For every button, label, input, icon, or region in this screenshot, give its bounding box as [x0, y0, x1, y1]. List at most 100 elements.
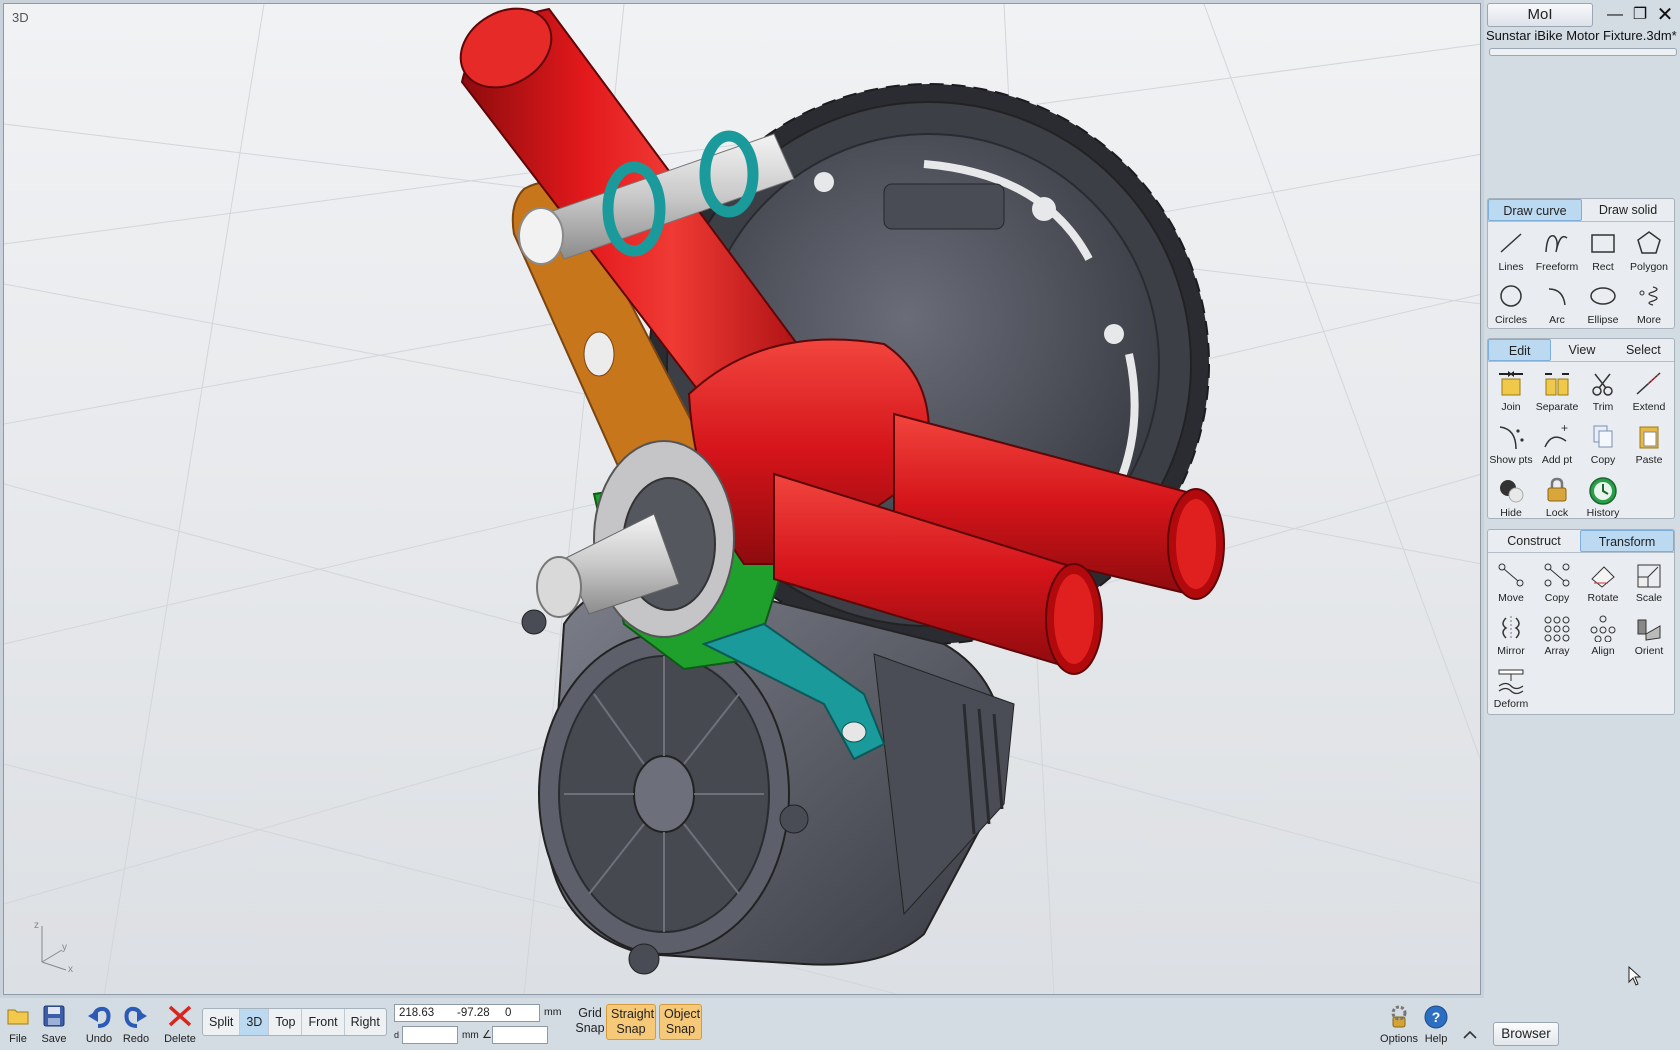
straight-snap-toggle[interactable]: Straight Snap [606, 1004, 656, 1040]
line-icon [1500, 233, 1522, 253]
align-icon [1590, 615, 1616, 642]
rotate-tool[interactable]: Rotate [1580, 555, 1626, 608]
distance-unit-label: mm [462, 1030, 479, 1041]
viewport-label: 3D [12, 10, 29, 25]
paste-tool[interactable]: Paste [1626, 417, 1672, 470]
3d-viewport[interactable]: 3D z y x [3, 3, 1481, 995]
angle-input[interactable] [492, 1026, 548, 1044]
transform-copy-tool[interactable]: Copy [1534, 555, 1580, 608]
show-pts-tool[interactable]: Show pts [1488, 417, 1534, 470]
rect-tool[interactable]: Rect [1580, 224, 1626, 277]
array-tool[interactable]: Array [1534, 608, 1580, 661]
rectangle-icon [1591, 234, 1615, 253]
paste-icon [1639, 426, 1659, 449]
array-icon [1544, 616, 1570, 642]
bottom-toolbar: File Save Undo Redo Delete Split 3D Top … [0, 998, 1484, 1050]
add-point-icon: + [1544, 423, 1568, 448]
more-tool[interactable]: More [1626, 277, 1672, 330]
tab-view[interactable]: View [1551, 339, 1612, 361]
save-button[interactable]: Save [36, 1000, 72, 1046]
orient-icon [1637, 619, 1661, 641]
grid-snap-toggle[interactable]: Grid Snap [569, 1004, 611, 1040]
axis-z-label: z [34, 920, 39, 931]
separate-tool[interactable]: Separate [1534, 364, 1580, 417]
mirror-icon [1502, 616, 1520, 640]
tab-construct[interactable]: Construct [1488, 530, 1580, 552]
hide-tool[interactable]: Hide [1488, 470, 1534, 523]
copy-icon [1593, 425, 1613, 448]
redo-button[interactable]: Redo [118, 1000, 154, 1046]
copy-tool[interactable]: Copy [1580, 417, 1626, 470]
history-tool[interactable]: History [1580, 470, 1626, 523]
close-icon[interactable]: ✕ [1654, 5, 1676, 25]
svg-text:?: ? [1432, 1009, 1441, 1025]
circles-tool[interactable]: Circles [1488, 277, 1534, 330]
maximize-icon[interactable]: ❐ [1629, 5, 1651, 25]
view-right-tab[interactable]: Right [345, 1009, 386, 1035]
arc-icon [1548, 288, 1566, 306]
options-button[interactable]: Options [1378, 1000, 1420, 1046]
point-entry-field[interactable]: 218.63 -97.28 0 [394, 1004, 540, 1022]
view-split-tab[interactable]: Split [203, 1009, 241, 1035]
chevron-up-icon[interactable] [1462, 1028, 1478, 1042]
trim-tool[interactable]: Trim [1580, 364, 1626, 417]
axis-y-label: y [62, 942, 67, 953]
polygon-tool[interactable]: Polygon [1626, 224, 1672, 277]
view-front-tab[interactable]: Front [302, 1009, 345, 1035]
tab-draw-curve[interactable]: Draw curve [1488, 199, 1582, 221]
lock-icon [1547, 477, 1567, 502]
tab-edit[interactable]: Edit [1488, 339, 1552, 361]
file-button[interactable]: File [0, 1000, 36, 1046]
scale-tool[interactable]: Scale [1626, 555, 1672, 608]
move-tool[interactable]: Move [1488, 555, 1534, 608]
undo-button[interactable]: Undo [81, 1000, 117, 1046]
mouse-cursor-icon [1628, 966, 1642, 986]
distance-input[interactable] [402, 1026, 458, 1044]
freeform-tool[interactable]: Freeform [1534, 224, 1580, 277]
delete-x-icon [168, 1005, 192, 1027]
help-icon: ? [1424, 1005, 1448, 1029]
show-points-icon [1499, 426, 1524, 450]
minimize-icon[interactable]: — [1604, 5, 1626, 25]
view-top-tab[interactable]: Top [269, 1009, 303, 1035]
align-tool[interactable]: Align [1580, 608, 1626, 661]
object-snap-toggle[interactable]: Object Snap [659, 1004, 702, 1040]
model-scene[interactable] [4, 4, 1481, 995]
view-3d-tab[interactable]: 3D [240, 1009, 270, 1035]
tab-transform[interactable]: Transform [1580, 530, 1674, 552]
help-button[interactable]: ? Help [1418, 1000, 1454, 1046]
orient-tool[interactable]: Orient [1626, 608, 1672, 661]
options-gear-icon [1391, 1005, 1407, 1028]
distance-label: d [394, 1030, 400, 1040]
delete-button[interactable]: Delete [162, 1000, 198, 1046]
extend-tool[interactable]: Extend [1626, 364, 1672, 417]
undo-icon [88, 1006, 111, 1028]
separate-icon [1545, 373, 1569, 396]
app-name-button[interactable]: MoI [1487, 3, 1593, 27]
circle-icon [1500, 285, 1522, 307]
folder-icon [7, 1009, 29, 1025]
coordinate-input: 218.63 -97.28 0 mm d mm ∠ [394, 1002, 594, 1046]
add-pt-tool[interactable]: + Add pt [1534, 417, 1580, 470]
edit-panel: Edit View Select Join Separate Trim Exte… [1487, 338, 1675, 519]
arc-tool[interactable]: Arc [1534, 277, 1580, 330]
tab-select[interactable]: Select [1613, 339, 1674, 361]
side-panel: MoI — ❐ ✕ Sunstar iBike Motor Fixture.3d… [1484, 0, 1680, 1050]
polygon-icon [1637, 231, 1661, 254]
lock-tool[interactable]: Lock [1534, 470, 1580, 523]
redo-icon [124, 1006, 147, 1028]
ellipse-tool[interactable]: Ellipse [1580, 277, 1626, 330]
mirror-tool[interactable]: Mirror [1488, 608, 1534, 661]
lines-tool[interactable]: Lines [1488, 224, 1534, 277]
deform-icon [1498, 669, 1524, 695]
tab-draw-solid[interactable]: Draw solid [1582, 199, 1674, 221]
move-icon [1498, 563, 1524, 587]
history-icon [1589, 477, 1617, 505]
extend-icon [1636, 372, 1661, 395]
svg-text:+: + [1561, 423, 1568, 435]
freeform-icon [1545, 235, 1568, 253]
scale-icon [1637, 564, 1661, 588]
join-tool[interactable]: Join [1488, 364, 1534, 417]
deform-tool[interactable]: Deform [1488, 661, 1534, 714]
browser-button[interactable]: Browser [1493, 1022, 1559, 1046]
